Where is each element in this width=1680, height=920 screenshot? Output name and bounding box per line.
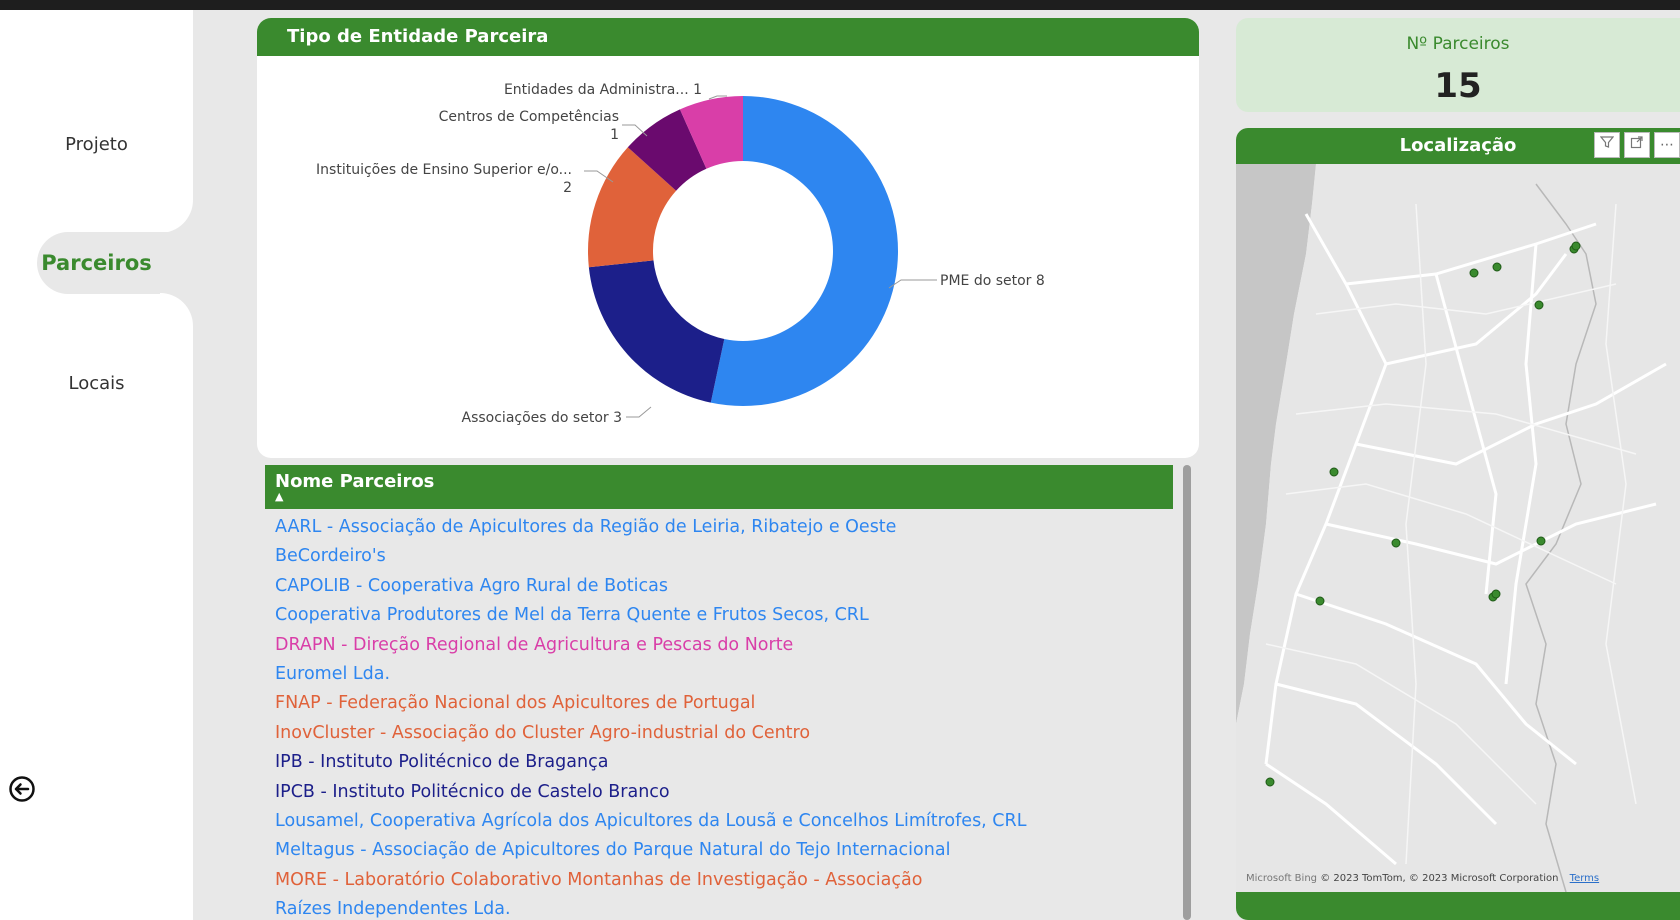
map-canvas[interactable]: Microsoft Bing © 2023 TomTom, © 2023 Mic…: [1236, 164, 1680, 893]
partner-list-item[interactable]: Lousamel, Cooperativa Agrícola dos Apicu…: [275, 807, 1173, 836]
slice-value-ies: 2: [563, 180, 572, 196]
partner-list-table: Nome Parceiros ▲ AARL - Associação de Ap…: [265, 465, 1173, 920]
partner-list-item[interactable]: AARL - Associação de Apicultores da Regi…: [275, 513, 1173, 542]
map-marker[interactable]: [1391, 538, 1401, 548]
slice-label-entidades: Entidades da Administra... 1: [504, 82, 702, 98]
slice-value-centros: 1: [610, 127, 619, 143]
visual-header-tools: ⋯: [1594, 132, 1680, 158]
report-canvas: Projeto Parceiros Locais Tipo de Entidad…: [0, 10, 1680, 920]
partner-list-item[interactable]: Cooperativa Produtores de Mel da Terra Q…: [275, 601, 1173, 630]
left-navigation: Projeto Parceiros Locais: [0, 10, 193, 920]
partner-list-item[interactable]: Meltagus - Associação de Apicultores do …: [275, 836, 1173, 865]
land-area: [1236, 164, 1680, 892]
nav-item-projeto[interactable]: Projeto: [0, 134, 193, 155]
map-marker[interactable]: [1265, 777, 1275, 787]
partner-list-item[interactable]: Raízes Independentes Lda.: [275, 895, 1173, 920]
slice-label-associacoes: Associações do setor 3: [462, 410, 623, 426]
nav-item-parceiros[interactable]: Parceiros: [0, 251, 193, 275]
partner-count-card: Nº Parceiros 15: [1236, 18, 1680, 112]
kpi-label: Nº Parceiros: [1406, 34, 1510, 54]
entity-type-chart-panel: Tipo de Entidade Parceira PME do setor 8…: [257, 18, 1199, 458]
back-arrow-circle-icon[interactable]: [8, 775, 36, 803]
donut-slice-associacoes[interactable]: [588, 260, 725, 403]
map-copyright: © 2023 TomTom, © 2023 Microsoft Corporat…: [1320, 873, 1559, 884]
slice-label-pme: PME do setor 8: [940, 273, 1045, 289]
leader-line-associacoes: [626, 406, 652, 418]
donut-chart: PME do setor 8 Associações do setor 3 In…: [316, 82, 1045, 426]
partner-list-item[interactable]: CAPOLIB - Cooperativa Agro Rural de Boti…: [275, 572, 1173, 601]
partner-list-item[interactable]: IPB - Instituto Politécnico de Bragança: [275, 748, 1173, 777]
slice-label-centros: Centros de Competências: [439, 109, 619, 125]
map-marker[interactable]: [1469, 268, 1479, 278]
nav-item-locais[interactable]: Locais: [0, 373, 193, 394]
partner-list-item[interactable]: IPCB - Instituto Politécnico de Castelo …: [275, 778, 1173, 807]
partner-list-scrollbar[interactable]: [1183, 465, 1191, 920]
terms-link[interactable]: Terms: [1570, 873, 1599, 884]
map-marker[interactable]: [1571, 241, 1581, 251]
slice-label-ies: Instituições de Ensino Superior e/o...: [316, 162, 572, 178]
focus-mode-icon[interactable]: [1624, 132, 1650, 158]
partner-list-item[interactable]: DRAPN - Direção Regional de Agricultura …: [275, 631, 1173, 660]
nav-curve-bottom: [160, 293, 193, 326]
partner-list-item[interactable]: FNAP - Federação Nacional dos Apicultore…: [275, 689, 1173, 718]
partner-list-item[interactable]: BeCordeiro's: [275, 542, 1173, 571]
partner-list-item[interactable]: InovCluster - Associação do Cluster Agro…: [275, 719, 1173, 748]
leader-line-pme: [888, 279, 937, 289]
partner-list-item[interactable]: Euromel Lda.: [275, 660, 1173, 689]
sort-ascending-icon[interactable]: ▲: [275, 491, 1173, 502]
bing-logo: Microsoft Bing: [1246, 873, 1318, 884]
map-marker[interactable]: [1492, 262, 1502, 272]
more-options-icon[interactable]: ⋯: [1654, 132, 1680, 158]
nav-curve-top: [160, 200, 193, 233]
column-header-nome-parceiros[interactable]: Nome Parceiros: [275, 471, 1173, 492]
map-marker[interactable]: [1536, 536, 1546, 546]
location-map-panel: Localização ⋯ Microsoft Bing © 2023 TomT…: [1236, 128, 1680, 920]
kpi-value: 15: [1434, 66, 1482, 106]
partner-list-body: AARL - Associação de Apicultores da Regi…: [265, 509, 1173, 920]
filter-icon[interactable]: [1594, 132, 1620, 158]
map-attribution: Microsoft Bing © 2023 TomTom, © 2023 Mic…: [1246, 873, 1599, 884]
portugal-map[interactable]: [1236, 164, 1680, 893]
map-marker[interactable]: [1329, 467, 1339, 477]
map-marker[interactable]: [1491, 589, 1501, 599]
partner-list-header[interactable]: Nome Parceiros ▲: [265, 465, 1173, 509]
partner-list-item[interactable]: MORE - Laboratório Colaborativo Montanha…: [275, 866, 1173, 895]
map-marker[interactable]: [1534, 300, 1544, 310]
map-marker[interactable]: [1315, 596, 1325, 606]
